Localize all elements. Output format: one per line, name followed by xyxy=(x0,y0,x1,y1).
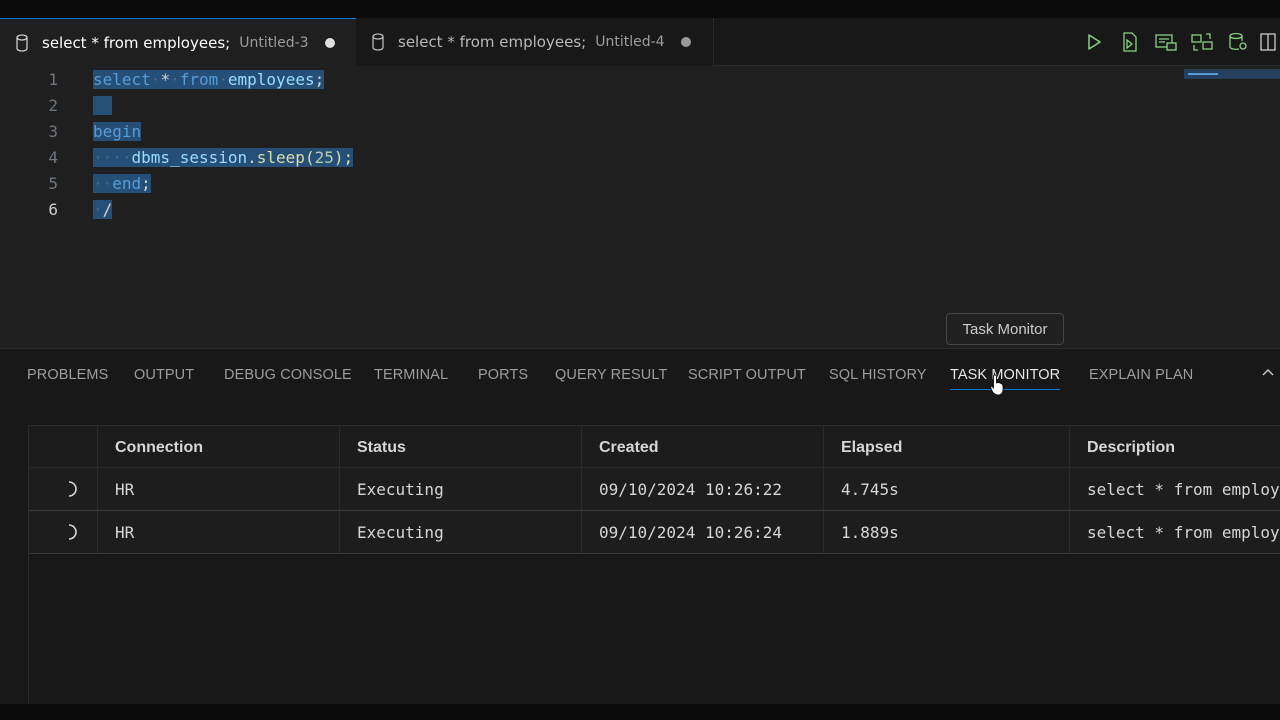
cell-elapsed: 1.889s xyxy=(823,511,1069,553)
line-number: 5 xyxy=(48,173,58,193)
unsaved-dot-icon[interactable] xyxy=(680,37,691,47)
spinner-cell xyxy=(29,468,97,510)
tab-sql-history[interactable]: SQL HISTORY xyxy=(829,367,927,383)
line-number: 2 xyxy=(48,95,58,115)
cell-connection: HR xyxy=(97,511,339,553)
run-icon[interactable] xyxy=(1076,18,1112,66)
cell-created: 09/10/2024 10:26:24 xyxy=(581,511,823,553)
code-text xyxy=(93,95,113,115)
tab-untitled-3[interactable]: select * from employees; Untitled-3 xyxy=(0,18,356,66)
line-number: 6 xyxy=(48,199,58,219)
minimap-line xyxy=(1188,73,1218,75)
cell-elapsed: 4.745s xyxy=(823,468,1069,510)
database-icon xyxy=(16,33,28,52)
tab-script-output[interactable]: SCRIPT OUTPUT xyxy=(688,367,806,383)
code-line: 1 select·*·from·employees; xyxy=(0,66,1180,92)
table-row[interactable]: HR Executing 09/10/2024 10:26:24 1.889s … xyxy=(29,511,1280,554)
code-text: begin xyxy=(93,121,142,141)
tab-title: select * from employees; xyxy=(398,33,587,51)
header-status[interactable]: Status xyxy=(339,426,581,469)
header-description[interactable]: Description xyxy=(1069,426,1280,469)
compare-icon[interactable] xyxy=(1184,18,1220,66)
editor-actions xyxy=(1076,18,1280,66)
spinner-cell xyxy=(29,511,97,553)
code-text: ·/ xyxy=(93,199,113,219)
code-text: ··end; xyxy=(93,173,151,193)
line-number: 1 xyxy=(48,69,58,89)
header-connection[interactable]: Connection xyxy=(97,426,339,469)
loading-spinner-icon xyxy=(68,524,77,540)
panel-tabs: PROBLEMS OUTPUT DEBUG CONSOLE TERMINAL P… xyxy=(0,349,1280,401)
header-elapsed[interactable]: Elapsed xyxy=(823,426,1069,469)
task-monitor-grid: Connection Status Created Elapsed Descri… xyxy=(28,425,1280,703)
code-text: select·*·from·employees; xyxy=(93,69,325,89)
bottom-panel: PROBLEMS OUTPUT DEBUG CONSOLE TERMINAL P… xyxy=(0,348,1280,720)
cell-description: select * from employ xyxy=(1069,511,1280,553)
cell-connection: HR xyxy=(97,468,339,510)
database-settings-icon[interactable] xyxy=(1220,18,1256,66)
explain-icon[interactable] xyxy=(1148,18,1184,66)
cell-status: Executing xyxy=(339,511,581,553)
code-line: 3 begin xyxy=(0,118,1180,144)
tab-description: Untitled-4 xyxy=(595,34,665,50)
unsaved-dot-icon[interactable] xyxy=(324,37,335,48)
tab-debug-console[interactable]: DEBUG CONSOLE xyxy=(224,367,352,383)
code-line: 4 ····dbms_session.sleep(25); xyxy=(0,144,1180,170)
tab-query-result[interactable]: QUERY RESULT xyxy=(555,367,667,383)
sql-editor[interactable]: 1 select·*·from·employees; 2 3 begin 4 ·… xyxy=(0,66,1280,348)
minimap[interactable] xyxy=(1184,66,1280,80)
tab-problems[interactable]: PROBLEMS xyxy=(27,367,108,383)
header-created[interactable]: Created xyxy=(581,426,823,469)
chevron-up-icon[interactable] xyxy=(1260,365,1276,381)
cell-description: select * from employ xyxy=(1069,468,1280,510)
table-row[interactable]: HR Executing 09/10/2024 10:26:22 4.745s … xyxy=(29,468,1280,511)
tab-description: Untitled-3 xyxy=(239,34,309,51)
status-bar xyxy=(0,704,1280,720)
code-line: 2 xyxy=(0,92,1180,118)
tab-terminal[interactable]: TERMINAL xyxy=(374,367,448,383)
line-number: 4 xyxy=(48,147,58,167)
tab-untitled-4[interactable]: select * from employees; Untitled-4 xyxy=(356,18,714,66)
cell-status: Executing xyxy=(339,468,581,510)
grid-header: Connection Status Created Elapsed Descri… xyxy=(29,425,1280,469)
header-spinner-column xyxy=(29,426,97,469)
tab-ports[interactable]: PORTS xyxy=(478,367,528,383)
tab-task-monitor[interactable]: TASK MONITOR xyxy=(950,367,1061,390)
loading-spinner-icon xyxy=(68,481,77,497)
line-number: 3 xyxy=(48,121,58,141)
split-editor-icon[interactable] xyxy=(1256,18,1280,66)
cell-created: 09/10/2024 10:26:22 xyxy=(581,468,823,510)
tab-title: select * from employees; xyxy=(42,33,231,52)
code-line: 5 ··end; xyxy=(0,170,1180,196)
mouse-pointer-icon xyxy=(990,374,1004,396)
code-text: ····dbms_session.sleep(25); xyxy=(93,147,354,167)
title-bar xyxy=(0,0,1280,18)
task-monitor-tooltip: Task Monitor xyxy=(946,313,1064,345)
tab-output[interactable]: OUTPUT xyxy=(134,367,194,383)
code-line: 6 ·/ xyxy=(0,196,1180,222)
database-icon xyxy=(372,33,384,51)
tab-explain-plan[interactable]: EXPLAIN PLAN xyxy=(1089,367,1193,383)
run-script-icon[interactable] xyxy=(1112,18,1148,66)
